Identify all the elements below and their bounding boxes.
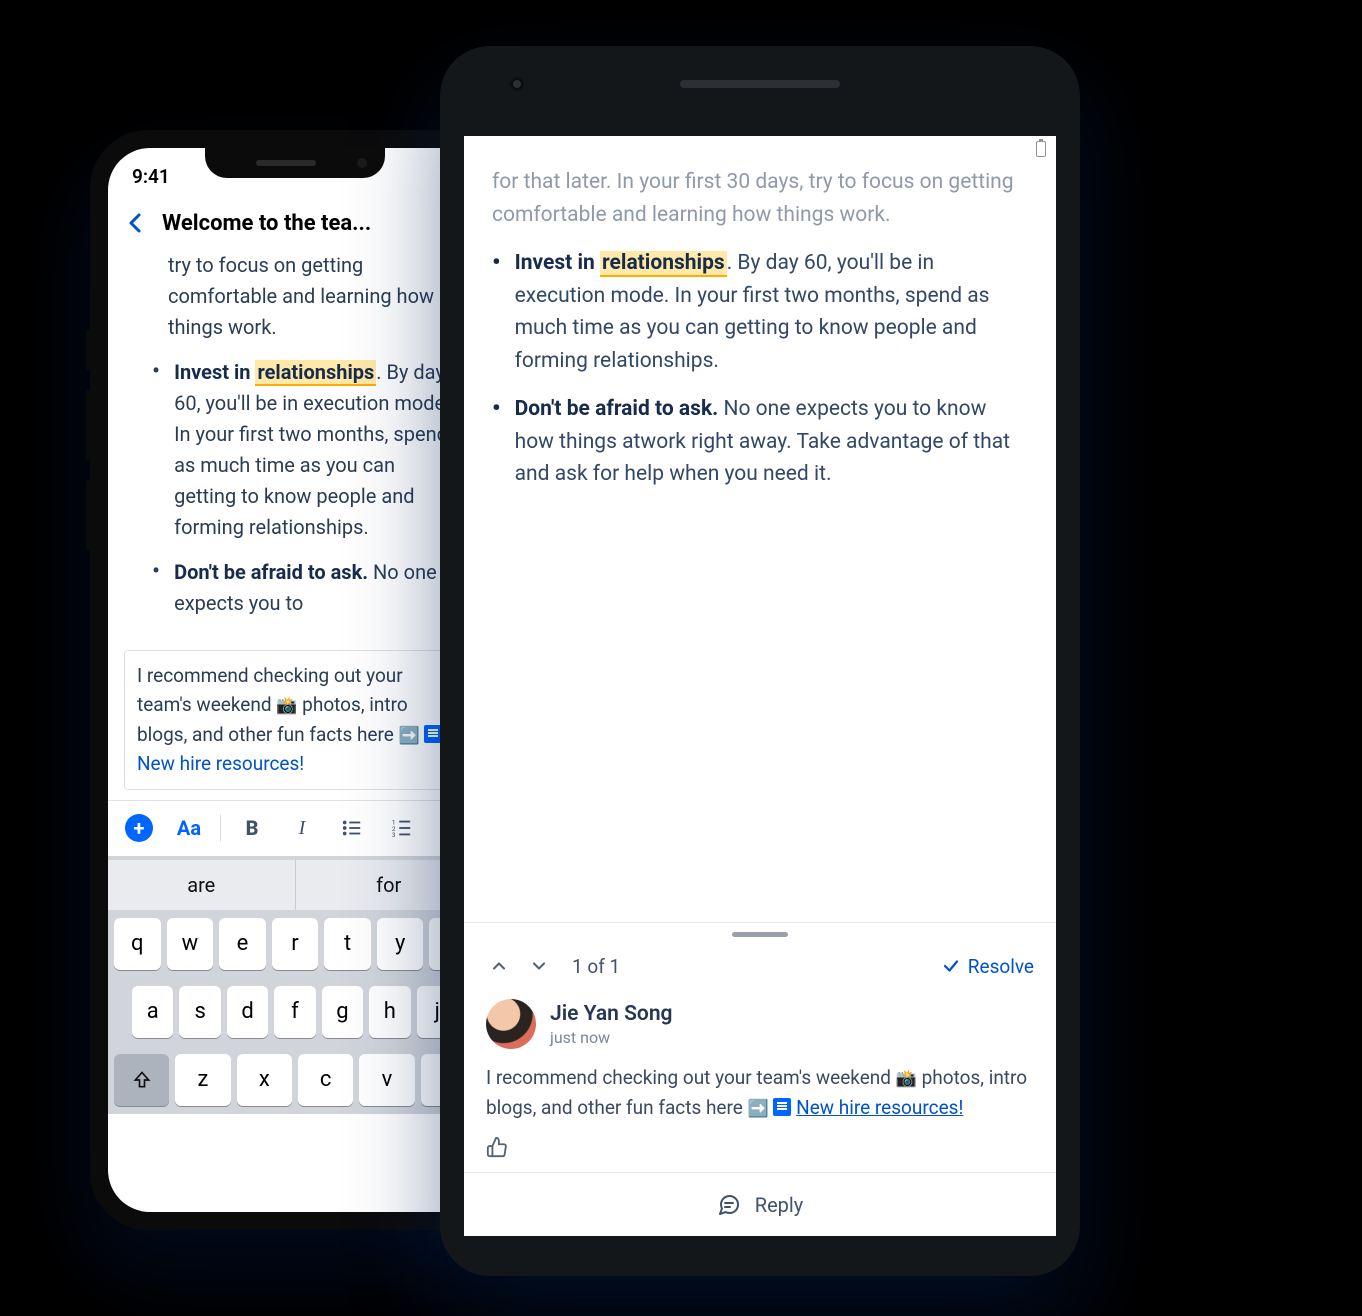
key-q[interactable]: q (114, 918, 161, 970)
bold-button[interactable]: B (229, 806, 275, 850)
key-f[interactable]: f (274, 986, 315, 1038)
key-v[interactable]: v (359, 1054, 414, 1106)
document-content[interactable]: for that later. In your first 30 days, t… (464, 162, 1056, 922)
doc-chip-icon (773, 1098, 791, 1116)
key-x[interactable]: x (237, 1054, 292, 1106)
key-r[interactable]: r (272, 918, 319, 970)
key-z[interactable]: z (175, 1054, 230, 1106)
link-new-hire-resources[interactable]: New hire resources! (796, 1096, 963, 1119)
iphone-notch (205, 148, 385, 178)
comment-body: I recommend checking out your team's wee… (486, 1063, 1034, 1122)
body-text: . By day 60, you'll be in execution mode… (174, 360, 450, 539)
camera-emoji: 📸 (896, 1069, 917, 1089)
iphone-frame: 9:41 Welcome to the tea... try to focus … (90, 130, 500, 1230)
status-time: 9:41 (132, 165, 170, 188)
reply-button[interactable]: Reply (464, 1172, 1056, 1236)
arrow-emoji: ➡️ (748, 1099, 769, 1119)
text-style-label: Aa (177, 816, 201, 840)
key-w[interactable]: w (167, 918, 214, 970)
drag-handle[interactable] (464, 923, 1056, 945)
suggestion[interactable]: are (108, 860, 296, 910)
speaker-grille (680, 80, 840, 88)
numbered-list-button[interactable]: 123 (379, 806, 425, 850)
toolbar-divider (220, 814, 221, 842)
comment-timestamp: just now (550, 1028, 673, 1047)
android-screen: for that later. In your first 30 days, t… (464, 136, 1056, 1236)
comment-counter: 1 of 1 (572, 955, 620, 978)
battery-icon (1036, 141, 1046, 157)
bold-text: Don't be afraid to ask. (515, 397, 719, 421)
italic-button[interactable]: I (279, 806, 325, 850)
keyboard-row: a s d f g h j (108, 978, 482, 1046)
android-top-hardware (440, 80, 1080, 88)
key-shift[interactable] (114, 1054, 169, 1106)
text-style-button[interactable]: Aa (166, 806, 212, 850)
key-h[interactable]: h (369, 986, 410, 1038)
insert-button[interactable]: + (116, 806, 162, 850)
panel-toolbar: 1 of 1 Resolve (464, 945, 1056, 991)
bold-text: Invest in (174, 360, 255, 384)
like-button[interactable] (486, 1136, 1034, 1162)
next-comment-button[interactable] (526, 953, 552, 979)
svg-text:3: 3 (392, 831, 396, 839)
link-new-hire-resources[interactable]: New hire resources! (137, 752, 304, 775)
arrow-emoji: ➡️ (399, 726, 420, 746)
key-t[interactable]: t (324, 918, 371, 970)
keyboard-suggestions: are for (108, 860, 482, 910)
paragraph: try to focus on getting comfortable and … (128, 250, 462, 343)
status-bar (464, 136, 1056, 162)
format-toolbar: + Aa B I 123 (108, 800, 482, 856)
nav-bar: Welcome to the tea... (108, 196, 482, 250)
comment-author: Jie Yan Song (550, 1002, 673, 1026)
bullet-list-button[interactable] (329, 806, 375, 850)
comment: Jie Yan Song just now I recommend checki… (464, 991, 1056, 1172)
paragraph: for that later. In your first 30 days, t… (492, 166, 1028, 231)
highlighted-text[interactable]: relationships (600, 251, 727, 277)
keyboard: are for q w e r t y u a s d f g h j (108, 856, 482, 1114)
iphone-screen: 9:41 Welcome to the tea... try to focus … (108, 148, 482, 1212)
document-content[interactable]: try to focus on getting comfortable and … (108, 250, 482, 640)
key-e[interactable]: e (219, 918, 266, 970)
camera-dot (510, 77, 524, 91)
reply-icon (717, 1193, 741, 1217)
reply-label: Reply (755, 1193, 804, 1217)
inline-comment[interactable]: I recommend checking out your team's wee… (124, 650, 466, 790)
key-c[interactable]: c (298, 1054, 353, 1106)
keyboard-row: q w e r t y u (108, 910, 482, 978)
avatar[interactable] (486, 999, 536, 1049)
plus-icon: + (125, 814, 153, 842)
highlighted-text[interactable]: relationships (255, 360, 376, 386)
bold-text: Don't be afraid to ask. (174, 560, 368, 584)
key-y[interactable]: y (377, 918, 424, 970)
camera-emoji: 📸 (276, 696, 297, 716)
key-d[interactable]: d (227, 986, 268, 1038)
resolve-label: Resolve (968, 955, 1034, 978)
key-a[interactable]: a (132, 986, 173, 1038)
bullet-item: Don't be afraid to ask. No one expects y… (128, 557, 462, 619)
bold-text: Invest in (515, 251, 600, 275)
key-g[interactable]: g (322, 986, 363, 1038)
resolve-button[interactable]: Resolve (942, 955, 1034, 978)
page-title: Welcome to the tea... (162, 211, 428, 236)
comment-panel: 1 of 1 Resolve Jie Yan Song just now I r… (464, 922, 1056, 1236)
back-button[interactable] (120, 207, 152, 239)
prev-comment-button[interactable] (486, 953, 512, 979)
comment-text: I recommend checking out your team's wee… (486, 1066, 896, 1089)
comment-header: Jie Yan Song just now (486, 999, 1034, 1049)
bold-label: B (246, 816, 259, 840)
android-frame: for that later. In your first 30 days, t… (440, 46, 1080, 1276)
italic-label: I (299, 817, 306, 840)
keyboard-row: z x c v b (108, 1046, 482, 1114)
bullet-item: Don't be afraid to ask. No one expects y… (492, 393, 1028, 491)
key-s[interactable]: s (179, 986, 220, 1038)
bullet-item: Invest in relationships. By day 60, you'… (492, 247, 1028, 377)
bullet-item: Invest in relationships. By day 60, you'… (128, 357, 462, 543)
